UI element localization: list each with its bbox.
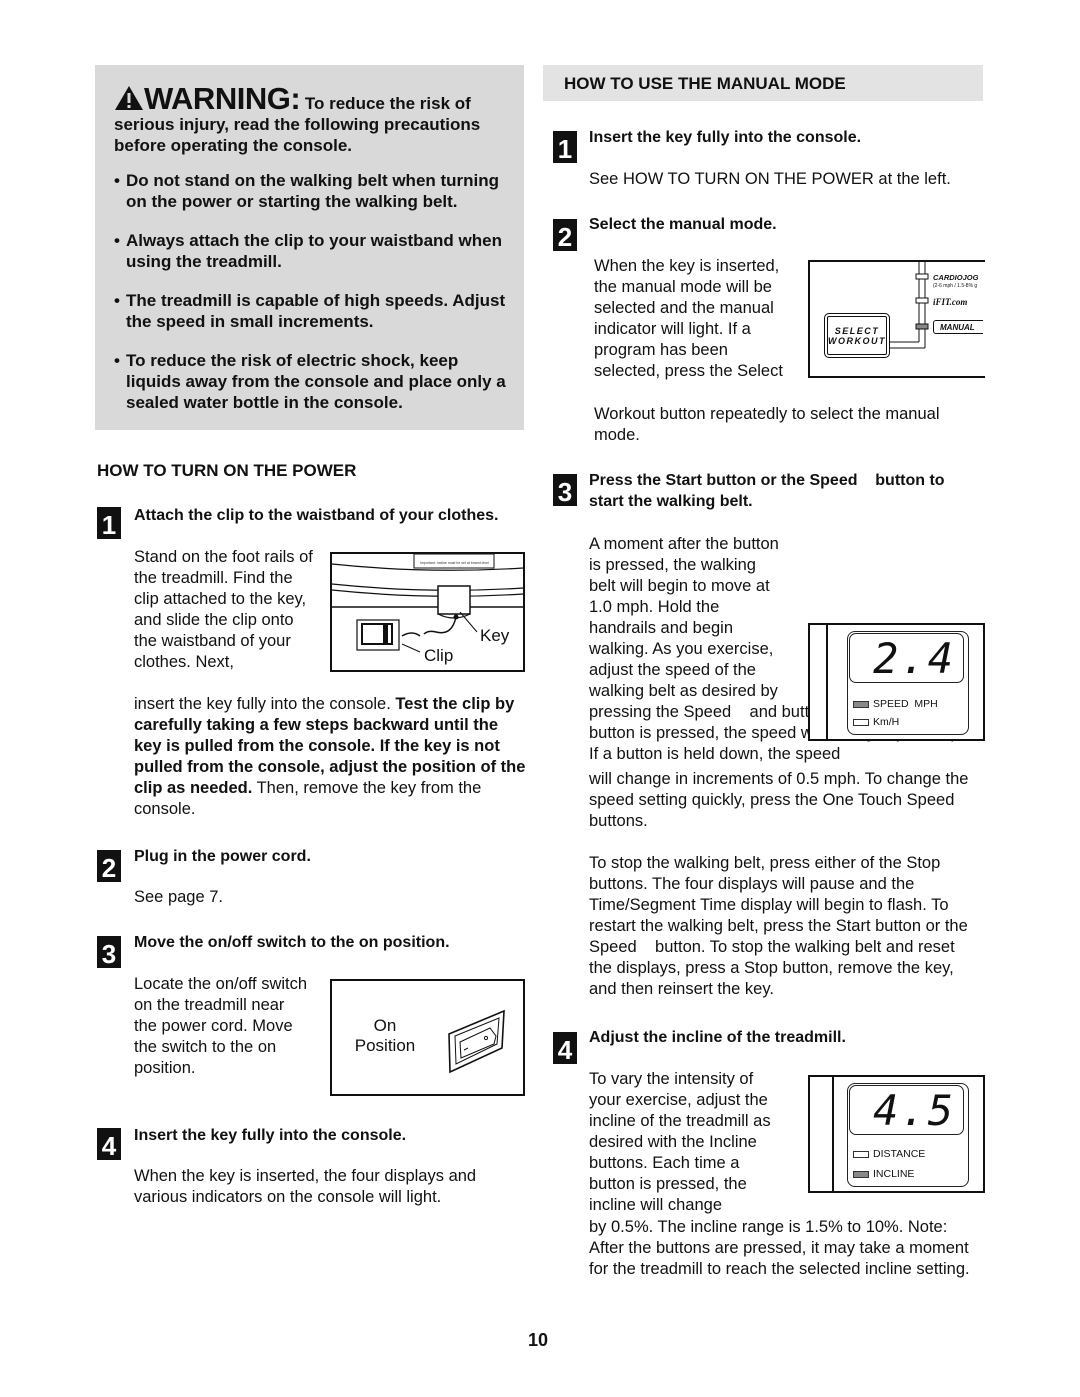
step-number: 4 bbox=[553, 1032, 577, 1064]
step-text-continued: will change in increments of 0.5 mph. To… bbox=[589, 770, 969, 830]
on-position-figure: On Position bbox=[330, 979, 525, 1096]
stop-instructions: To stop the walking belt, press either o… bbox=[589, 854, 973, 998]
step-title: Insert the key fully into the console. bbox=[589, 129, 862, 146]
warning-word: WARNING: bbox=[144, 81, 301, 116]
incline-indicator: INCLINE bbox=[853, 1168, 914, 1180]
power-switch-icon bbox=[448, 1009, 505, 1074]
speed-display-figure: 2.4 SPEED MPH Km/H bbox=[808, 623, 985, 741]
step-text: When the key is inserted, the four displ… bbox=[134, 1167, 477, 1206]
step-title: Attach the clip to the waistband of your… bbox=[134, 507, 499, 524]
speed-value: 2.4 bbox=[849, 633, 964, 683]
key-label: Key bbox=[480, 626, 510, 645]
step-number: 1 bbox=[553, 131, 577, 163]
step-title: Adjust the incline of the treadmill. bbox=[589, 1029, 846, 1046]
step-text: Stand on the foot rails of the treadmill… bbox=[134, 548, 313, 671]
step-number: 3 bbox=[97, 936, 121, 968]
cardiojog-label: CARDIOJOG bbox=[933, 273, 979, 282]
step-number: 2 bbox=[97, 850, 121, 882]
indicator-light-on bbox=[853, 700, 869, 708]
manual-indicator: MANUAL bbox=[933, 320, 983, 334]
step-number: 4 bbox=[97, 1128, 121, 1160]
power-section-title: HOW TO TURN ON THE POWER bbox=[97, 461, 357, 480]
page-number: 10 bbox=[528, 1330, 549, 1350]
step-text: See HOW TO TURN ON THE POWER at the left… bbox=[589, 170, 951, 188]
incline-lcd: 4.5 DISTANCE INCLINE bbox=[847, 1083, 969, 1187]
ifit-logo: iFIT.com bbox=[933, 297, 968, 307]
manual-section-title: HOW TO USE THE MANUAL MODE bbox=[564, 74, 846, 93]
distance-indicator: DISTANCE bbox=[853, 1148, 925, 1160]
speed-mph-indicator: SPEED MPH bbox=[853, 698, 938, 710]
step-title: Press the Start button or the Speed butt… bbox=[589, 472, 950, 510]
warning-bullet: • Do not stand on the walking belt when t… bbox=[114, 171, 500, 211]
step-text-continued: by 0.5%. The incline range is 1.5% to 10… bbox=[589, 1218, 970, 1278]
step-text: Locate the on/off switch on the treadmil… bbox=[134, 975, 308, 1077]
step-title: Move the on/off switch to the on positio… bbox=[134, 934, 450, 951]
step-number: 1 bbox=[97, 507, 121, 539]
step-number: 3 bbox=[553, 474, 577, 506]
warning-header: WARNING: To reduce the risk of serious i… bbox=[114, 83, 514, 156]
kmh-indicator: Km/H bbox=[853, 716, 899, 728]
incline-value: 4.5 bbox=[849, 1085, 964, 1135]
indicator-light-off bbox=[853, 1150, 869, 1158]
warning-bullet: • The treadmill is capable of high speeds… bbox=[114, 291, 506, 331]
clip-label: Clip bbox=[424, 646, 454, 665]
on-label: On bbox=[373, 1016, 397, 1035]
indicator-light-off bbox=[853, 718, 869, 726]
position-label: Position bbox=[354, 1036, 416, 1055]
warning-bullets: • Do not stand on the walking belt when t… bbox=[114, 170, 514, 431]
step-number: 2 bbox=[553, 219, 577, 251]
step-text: See page 7. bbox=[134, 888, 223, 906]
step-title: Insert the key fully into the console. bbox=[134, 1127, 407, 1144]
step-title: Select the manual mode. bbox=[589, 216, 777, 233]
incline-display-figure: 4.5 DISTANCE INCLINE bbox=[808, 1075, 985, 1193]
speed-lcd: 2.4 SPEED MPH Km/H bbox=[847, 631, 969, 735]
indicator-light-on bbox=[853, 1170, 869, 1178]
step-text: When the key is inserted, the manual mod… bbox=[594, 257, 783, 380]
select-workout-button: SELECT WORKOUT bbox=[824, 313, 890, 358]
select-workout-figure: SELECT WORKOUT CARDIOJOG (2-6 mph / 1.5-… bbox=[808, 260, 985, 378]
step-text: To vary the intensity of your exercise, … bbox=[589, 1070, 771, 1214]
key-clip-figure: Important: Incline must be set at lowest… bbox=[330, 552, 525, 672]
tiny-notice: Important: Incline must be set at lowest… bbox=[420, 561, 489, 565]
warning-triangle-icon bbox=[115, 86, 143, 110]
step-text-continued: Workout button repeatedly to select the … bbox=[594, 405, 940, 444]
step-title: Plug in the power cord. bbox=[134, 848, 311, 865]
cardiojog-sub: (2-6 mph / 1.5-8% g bbox=[933, 283, 978, 289]
warning-bullet: • Always attach the clip to your waistban… bbox=[114, 231, 502, 271]
step-text-continued: insert the key fully into the console. T… bbox=[134, 695, 526, 818]
warning-bullet: • To reduce the risk of electric shock, k… bbox=[114, 351, 506, 412]
